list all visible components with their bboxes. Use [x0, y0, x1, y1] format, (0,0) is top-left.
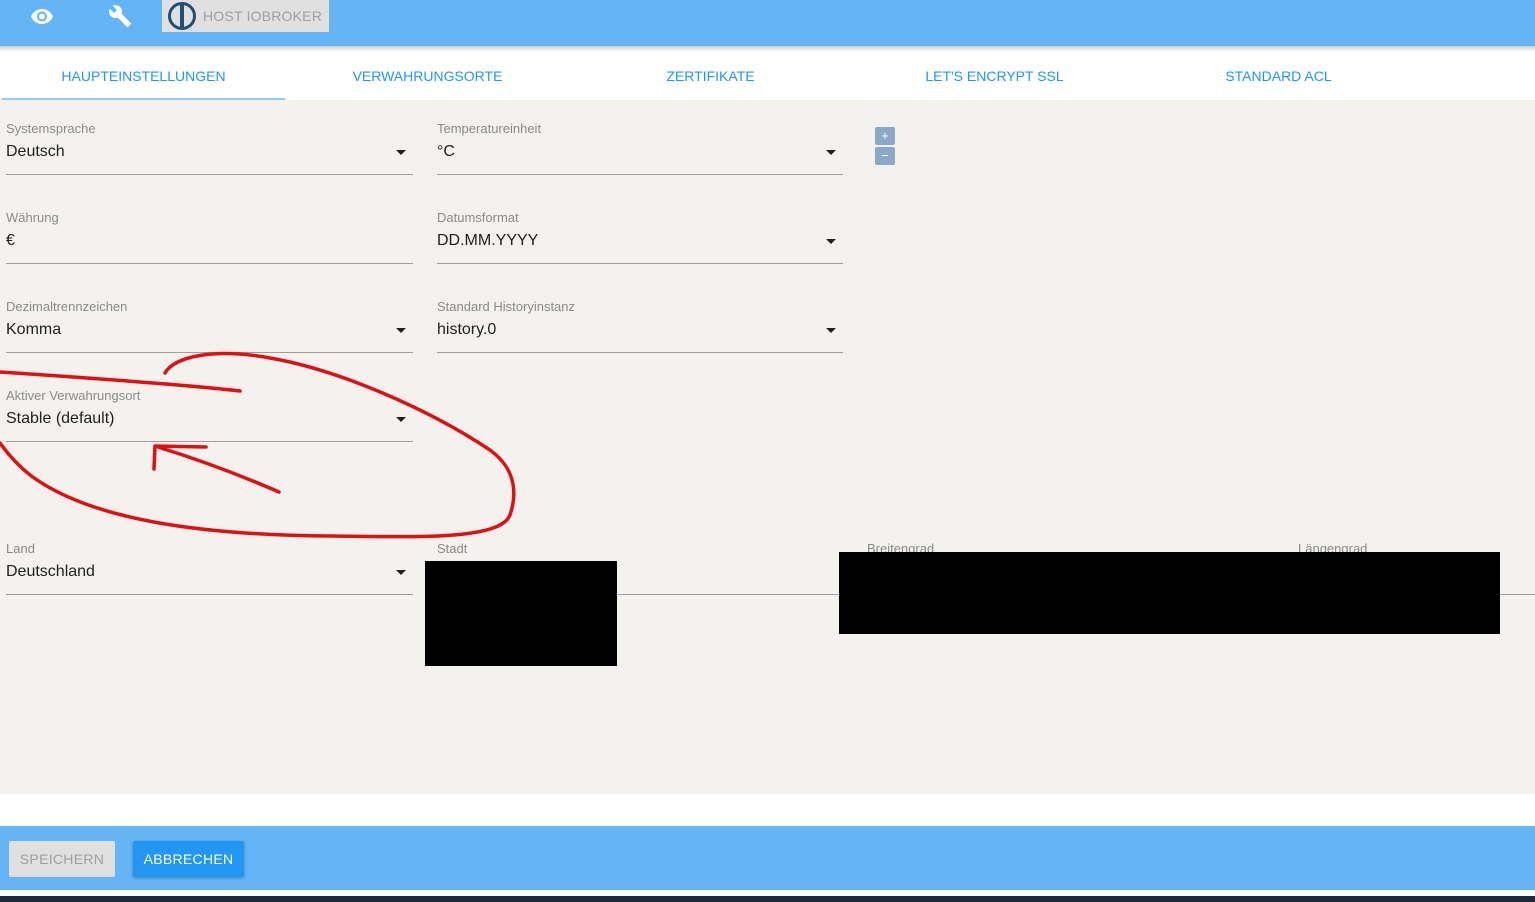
land-value: Deutschland	[6, 563, 95, 580]
tab-lets-encrypt-ssl[interactable]: LET'S ENCRYPT SSL	[853, 52, 1136, 100]
temperatureinheit-select[interactable]: Temperatureinheit °C	[437, 121, 843, 185]
tab-standard-acl[interactable]: STANDARD ACL	[1137, 52, 1420, 100]
history-instance-select[interactable]: Standard Historyinstanz history.0	[437, 299, 843, 363]
systemsprache-label: Systemsprache	[6, 121, 96, 136]
datumsformat-select[interactable]: Datumsformat DD.MM.YYYY	[437, 210, 843, 274]
eye-icon[interactable]	[28, 0, 56, 32]
field-underline	[437, 352, 843, 353]
dropdown-arrow-icon[interactable]	[396, 150, 406, 155]
waehrung-value: €	[6, 232, 15, 249]
dropdown-arrow-icon[interactable]	[396, 417, 406, 422]
dezimaltrennzeichen-label: Dezimaltrennzeichen	[6, 299, 128, 314]
field-underline	[6, 352, 413, 353]
datumsformat-label: Datumsformat	[437, 210, 519, 225]
tab-bar: HAUPTEINSTELLUNGEN VERWAHRUNGSORTE ZERTI…	[0, 52, 1535, 100]
zoom-out-button[interactable]: −	[875, 147, 895, 165]
field-underline	[6, 174, 413, 175]
tab-haupteinstellungen[interactable]: HAUPTEINSTELLUNGEN	[2, 52, 285, 100]
waehrung-input[interactable]: Währung €	[6, 210, 413, 274]
history-instance-value: history.0	[437, 321, 497, 338]
land-select[interactable]: Land Deutschland	[6, 541, 413, 605]
dropdown-arrow-icon[interactable]	[826, 150, 836, 155]
settings-panel: Systemsprache Deutsch Temperatureinheit …	[0, 100, 1535, 794]
waehrung-label: Währung	[6, 210, 59, 225]
zoom-in-button[interactable]: +	[875, 127, 895, 145]
bottom-toolbar: SPEICHERN ABBRECHEN	[0, 826, 1535, 890]
cancel-button[interactable]: ABBRECHEN	[133, 841, 244, 877]
iobroker-logo-icon	[168, 2, 196, 30]
dezimaltrennzeichen-select[interactable]: Dezimaltrennzeichen Komma	[6, 299, 413, 363]
dropdown-arrow-icon[interactable]	[396, 328, 406, 333]
temperatureinheit-label: Temperatureinheit	[437, 121, 542, 136]
dropdown-arrow-icon[interactable]	[826, 239, 836, 244]
redaction-box	[425, 561, 617, 666]
dezimaltrennzeichen-value: Komma	[6, 321, 62, 338]
field-underline	[6, 594, 413, 595]
verwahrungsort-label: Aktiver Verwahrungsort	[6, 388, 141, 403]
os-taskbar	[0, 896, 1535, 902]
verwahrungsort-select[interactable]: Aktiver Verwahrungsort Stable (default)	[6, 388, 413, 452]
host-selector-button[interactable]: HOST IOBROKER	[162, 0, 329, 32]
temperatureinheit-value: °C	[437, 143, 455, 160]
tab-verwahrungsorte[interactable]: VERWAHRUNGSORTE	[286, 52, 569, 100]
systemsprache-value: Deutsch	[6, 143, 65, 160]
verwahrungsort-value: Stable (default)	[6, 410, 115, 427]
save-button[interactable]: SPEICHERN	[9, 841, 115, 877]
field-underline	[437, 174, 843, 175]
top-bar: HOST IOBROKER	[0, 0, 1535, 46]
history-instance-label: Standard Historyinstanz	[437, 299, 576, 314]
systemsprache-select[interactable]: Systemsprache Deutsch	[6, 121, 413, 185]
field-underline	[437, 263, 843, 264]
tab-zertifikate[interactable]: ZERTIFIKATE	[569, 52, 852, 100]
dropdown-arrow-icon[interactable]	[826, 328, 836, 333]
field-underline	[6, 441, 413, 442]
field-underline	[6, 263, 413, 264]
stadt-label: Stadt	[437, 541, 468, 556]
dropdown-arrow-icon[interactable]	[396, 570, 406, 575]
land-label: Land	[6, 541, 35, 556]
datumsformat-value: DD.MM.YYYY	[437, 232, 539, 249]
wrench-icon[interactable]	[106, 0, 134, 32]
host-label: HOST IOBROKER	[203, 8, 323, 24]
redaction-box	[839, 552, 1500, 634]
